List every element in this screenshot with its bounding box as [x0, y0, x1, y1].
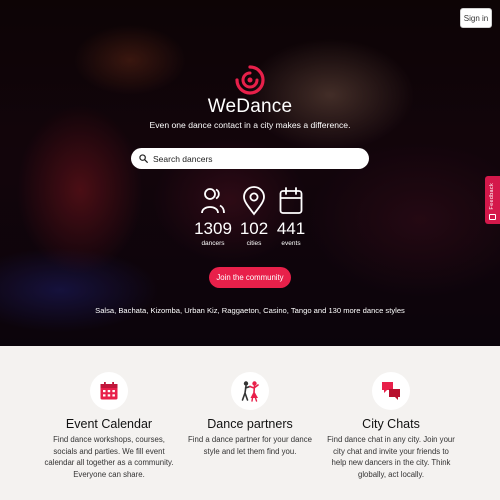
wedance-logo-icon[interactable]: [234, 64, 266, 96]
feature-dance-partners: Dance partners Find a dance partner for …: [180, 372, 320, 457]
description-line: Find dance workshops, courses,: [53, 435, 165, 444]
description-line: socials and parties. We fill event: [53, 446, 165, 456]
search-input[interactable]: [153, 153, 353, 164]
feature-description: Find dance workshops, courses, socials a…: [39, 434, 179, 480]
feature-city-chats: City Chats Find dance chat in any city. …: [321, 372, 461, 480]
tagline: Even one dance contact in a city makes a…: [149, 120, 351, 130]
description-line: globally, act locally.: [357, 469, 424, 479]
feedback-tab[interactable]: Feedback: [485, 176, 500, 224]
chat-bubbles-icon: [382, 382, 400, 400]
description-line: Find a dance partner for your dance: [188, 435, 312, 444]
stat-dancers[interactable]: 1309 dancers: [193, 186, 233, 248]
calendar-event-icon: [100, 382, 118, 400]
search-box[interactable]: [131, 148, 369, 169]
sign-in-button[interactable]: Sign in: [460, 8, 492, 28]
brand-title: WeDance: [207, 96, 293, 117]
stat-value: 441: [276, 219, 306, 238]
hero-background-photo: [0, 0, 500, 346]
description-line: Find dance chat in any city. Join your: [327, 435, 455, 444]
feedback-label: Feedback: [489, 183, 495, 210]
feature-description: Find a dance partner for your dance styl…: [180, 434, 320, 457]
dancing-couple-icon: [241, 381, 259, 402]
description-line: city chat and invite your friends to: [333, 446, 449, 456]
join-community-button[interactable]: Join the community: [209, 267, 291, 288]
feature-event-calendar: Event Calendar Find dance workshops, cou…: [39, 372, 179, 480]
feature-icon-circle: [90, 372, 128, 410]
calendar-icon: [279, 187, 303, 214]
stat-label: cities: [246, 240, 262, 247]
stat-events[interactable]: 441 events: [271, 186, 311, 248]
description-line: Everyone can share.: [73, 469, 145, 479]
description-line: help new dancers in the city. Think: [331, 458, 451, 468]
stat-value: 1309: [194, 219, 232, 238]
dance-styles-text: Salsa, Bachata, Kizomba, Urban Kiz, Ragg…: [95, 306, 405, 315]
feature-icon-circle: [372, 372, 410, 410]
feature-title: Dance partners: [207, 417, 293, 431]
search-icon: [139, 154, 148, 163]
map-pin-icon: [243, 186, 265, 216]
feature-icon-circle: [231, 372, 269, 410]
users-icon: [201, 188, 225, 214]
stat-label: dancers: [201, 240, 225, 247]
stat-cities[interactable]: 102 cities: [234, 186, 274, 248]
stat-value: 102: [239, 219, 269, 238]
feedback-icon: [489, 214, 496, 220]
stat-label: events: [281, 240, 301, 247]
hero-section: [0, 0, 500, 346]
description-line: style and let them find you.: [203, 446, 297, 456]
description-line: calendar all together as a community.: [44, 458, 174, 468]
feature-description: Find dance chat in any city. Join your c…: [321, 434, 461, 480]
feature-title: Event Calendar: [65, 417, 153, 431]
feature-title: City Chats: [362, 417, 420, 431]
